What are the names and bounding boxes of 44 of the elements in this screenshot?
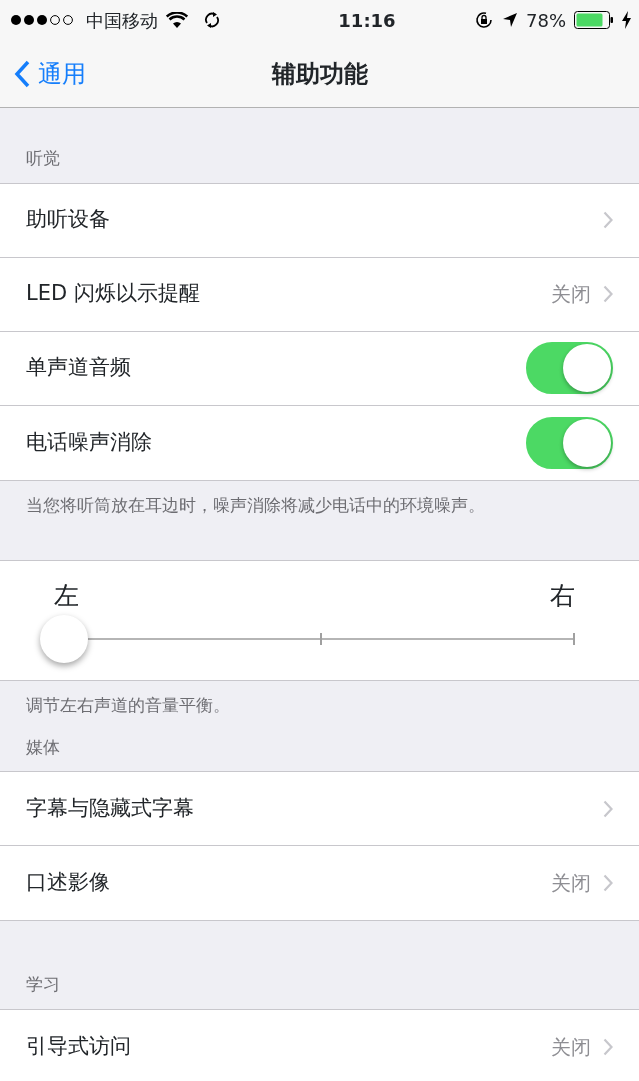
settings-row[interactable]: 口述影像 关闭 [0,846,639,920]
chevron-icon [603,285,613,303]
chevron-icon [603,874,613,892]
row-value: 关闭 [551,1033,591,1061]
sync-icon [204,11,220,29]
row-label: LED 闪烁以示提醒 [26,280,200,308]
settings-row[interactable]: 引导式访问 关闭 [0,1009,639,1081]
section-footer: 当您将听筒放在耳边时，噪声消除将减少电话中的环境噪声。 [0,480,639,528]
rotation-lock-icon [474,10,494,30]
settings-row[interactable]: LED 闪烁以示提醒 关闭 [0,257,639,332]
settings-row[interactable]: 助听设备 [0,183,639,258]
row-label: 助听设备 [26,206,110,234]
section-header: 媒体 [25,735,61,759]
battery-icon [574,11,614,29]
wifi-icon [166,12,188,28]
row-label: 字幕与隐藏式字幕 [26,794,194,822]
row-label: 引导式访问 [26,1032,131,1060]
row-value: 关闭 [551,281,591,308]
chevron-icon [603,1037,613,1056]
left-label: 左 [53,580,80,612]
row-label: 电话噪声消除 [26,428,152,456]
row-label: 口述影像 [26,869,110,897]
chevron-icon [603,799,613,818]
toggle-switch[interactable] [526,342,613,394]
section-header: 学习 [25,973,61,996]
chevron-icon [603,211,613,229]
slider-thumb[interactable] [40,614,88,663]
page-title: 辅助功能 [271,59,368,88]
right-label: 右 [549,580,576,612]
settings-row[interactable]: 单声道音频 [0,331,639,406]
section-header: 听觉 [25,147,61,170]
settings-row[interactable]: 字幕与隐藏式字幕 [0,772,639,846]
battery-percent: 78% [526,8,566,33]
status-time: 11:16 [338,8,396,33]
settings-row[interactable]: 电话噪声消除 [0,405,639,480]
back-button[interactable]: 通用 [0,55,86,92]
back-chevron-icon [14,59,30,88]
row-label: 单声道音频 [26,354,131,382]
section-footer: 调节左右声道的音量平衡。 [0,681,639,729]
location-icon [502,12,518,28]
carrier-name: 中国移动 [86,8,158,33]
charging-icon [622,11,631,29]
toggle-switch[interactable] [526,416,613,469]
row-value: 关闭 [551,870,591,897]
